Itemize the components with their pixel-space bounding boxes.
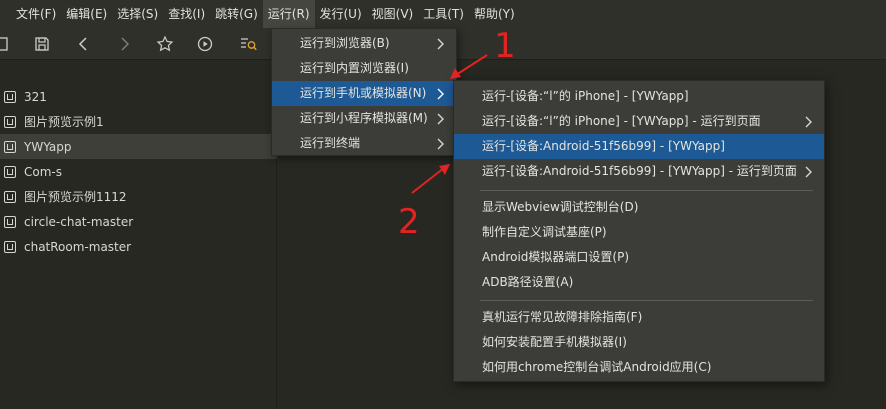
chevron-right-icon bbox=[436, 88, 446, 100]
project-label: chatRoom-master bbox=[24, 239, 132, 254]
project-item-selected[interactable]: YWYapp bbox=[0, 134, 277, 159]
annotation-label-2: 2 bbox=[398, 202, 420, 242]
menu-item-label: 运行-[设备:“l”的 iPhone] - [YWYapp] bbox=[482, 89, 689, 103]
device-menu: 运行-[设备:“l”的 iPhone] - [YWYapp] 运行-[设备:“l… bbox=[453, 80, 825, 382]
menu-run[interactable]: 运行(R) bbox=[262, 0, 315, 28]
project-icon bbox=[4, 165, 16, 178]
project-explorer: 321 图片预览示例1 YWYapp Com-s 图片预览示例1112 circ… bbox=[0, 61, 277, 409]
make-custom-debug-base-item[interactable]: 制作自定义调试基座(P) bbox=[454, 220, 824, 245]
menu-item-label: 真机运行常见故障排除指南(F) bbox=[482, 310, 643, 324]
run-android-item[interactable]: 运行-[设备:Android-51f56b99] - [YWYapp] bbox=[454, 134, 824, 159]
menu-item-label: 运行到浏览器(B) bbox=[300, 36, 390, 50]
run-menu: 运行到浏览器(B) 运行到内置浏览器(I) 运行到手机或模拟器(N) 运行到小程… bbox=[271, 28, 457, 156]
project-icon bbox=[4, 90, 16, 103]
project-label: Com-s bbox=[24, 164, 62, 179]
run-iphone-item[interactable]: 运行-[设备:“l”的 iPhone] - [YWYapp] bbox=[454, 84, 824, 109]
run-android-to-page-item[interactable]: 运行-[设备:Android-51f56b99] - [YWYapp] - 运行… bbox=[454, 159, 824, 184]
chrome-debug-android-item[interactable]: 如何用chrome控制台调试Android应用(C) bbox=[454, 355, 824, 380]
menu-item-label: 运行-[设备:Android-51f56b99] - [YWYapp] bbox=[482, 139, 725, 153]
project-icon bbox=[4, 115, 16, 128]
menu-item-label: 运行到手机或模拟器(N) bbox=[300, 86, 427, 100]
chevron-right-icon bbox=[436, 113, 446, 125]
menu-separator bbox=[480, 300, 813, 301]
run-iphone-to-page-item[interactable]: 运行-[设备:“l”的 iPhone] - [YWYapp] - 运行到页面 bbox=[454, 109, 824, 134]
menu-publish[interactable]: 发行(U) bbox=[315, 0, 367, 28]
menu-bar: 文件(F) 编辑(E) 选择(S) 查找(I) 跳转(G) 运行(R) 发行(U… bbox=[0, 0, 886, 28]
run-to-builtin-browser-item[interactable]: 运行到内置浏览器(I) bbox=[272, 56, 456, 81]
chevron-right-icon bbox=[436, 138, 446, 150]
project-item[interactable]: 图片预览示例1112 bbox=[0, 184, 277, 209]
back-icon[interactable] bbox=[74, 34, 94, 54]
device-troubleshooting-guide-item[interactable]: 真机运行常见故障排除指南(F) bbox=[454, 305, 824, 330]
project-item[interactable]: chatRoom-master bbox=[0, 234, 277, 259]
project-label: 图片预览示例1112 bbox=[24, 190, 127, 204]
menu-item-label: 显示Webview调试控制台(D) bbox=[482, 200, 639, 214]
save-icon[interactable] bbox=[32, 34, 52, 54]
menu-item-label: 运行到终端 bbox=[300, 136, 361, 150]
menu-view[interactable]: 视图(V) bbox=[367, 0, 419, 28]
menu-item-label: 运行到小程序模拟器(M) bbox=[300, 111, 428, 125]
project-item[interactable]: 图片预览示例1 bbox=[0, 109, 277, 134]
menu-separator bbox=[480, 190, 813, 191]
menu-item-label: Android模拟器端口设置(P) bbox=[482, 250, 629, 264]
menu-item-label: 如何用chrome控制台调试Android应用(C) bbox=[482, 360, 712, 374]
project-item[interactable]: Com-s bbox=[0, 159, 277, 184]
menu-file[interactable]: 文件(F) bbox=[0, 0, 61, 28]
menu-item-label: 运行到内置浏览器(I) bbox=[300, 61, 409, 75]
menu-item-label: 如何安装配置手机模拟器(I) bbox=[482, 335, 627, 349]
annotation-label-1: 1 bbox=[494, 26, 516, 66]
forward-icon[interactable] bbox=[114, 34, 134, 54]
close-doc-icon[interactable] bbox=[0, 34, 12, 54]
project-icon bbox=[4, 140, 16, 153]
chevron-right-icon bbox=[436, 38, 446, 50]
menu-help[interactable]: 帮助(Y) bbox=[469, 0, 520, 28]
project-label: 321 bbox=[24, 89, 47, 104]
menu-edit[interactable]: 编辑(E) bbox=[61, 0, 112, 28]
chevron-right-icon bbox=[804, 116, 814, 128]
run-to-terminal-item[interactable]: 运行到终端 bbox=[272, 131, 456, 156]
project-icon bbox=[4, 240, 16, 253]
project-item[interactable]: 321 bbox=[0, 84, 277, 109]
menu-item-label: ADB路径设置(A) bbox=[482, 275, 574, 289]
annotation-arrow-2 bbox=[411, 164, 450, 194]
project-item[interactable]: circle-chat-master bbox=[0, 209, 277, 234]
run-to-miniprogram-item[interactable]: 运行到小程序模拟器(M) bbox=[272, 106, 456, 131]
run-icon[interactable] bbox=[195, 34, 215, 54]
project-label: circle-chat-master bbox=[24, 214, 134, 229]
android-emulator-port-item[interactable]: Android模拟器端口设置(P) bbox=[454, 245, 824, 270]
project-icon bbox=[4, 190, 16, 203]
project-label: YWYapp bbox=[24, 139, 72, 154]
menu-select[interactable]: 选择(S) bbox=[112, 0, 163, 28]
menu-item-label: 运行-[设备:“l”的 iPhone] - [YWYapp] - 运行到页面 bbox=[482, 114, 761, 128]
search-list-icon[interactable] bbox=[238, 34, 258, 54]
install-emulator-guide-item[interactable]: 如何安装配置手机模拟器(I) bbox=[454, 330, 824, 355]
show-webview-console-item[interactable]: 显示Webview调试控制台(D) bbox=[454, 195, 824, 220]
chevron-right-icon bbox=[804, 166, 814, 178]
menu-find[interactable]: 查找(I) bbox=[163, 0, 210, 28]
menu-goto[interactable]: 跳转(G) bbox=[210, 0, 263, 28]
adb-path-settings-item[interactable]: ADB路径设置(A) bbox=[454, 270, 824, 295]
run-to-browser-item[interactable]: 运行到浏览器(B) bbox=[272, 31, 456, 56]
menu-tools[interactable]: 工具(T) bbox=[418, 0, 469, 28]
run-to-phone-or-emulator-item[interactable]: 运行到手机或模拟器(N) bbox=[272, 81, 456, 106]
menu-item-label: 制作自定义调试基座(P) bbox=[482, 225, 607, 239]
star-icon[interactable] bbox=[155, 34, 175, 54]
menu-item-label: 运行-[设备:Android-51f56b99] - [YWYapp] - 运行… bbox=[482, 164, 797, 178]
project-icon bbox=[4, 215, 16, 228]
project-label: 图片预览示例1 bbox=[24, 115, 104, 129]
